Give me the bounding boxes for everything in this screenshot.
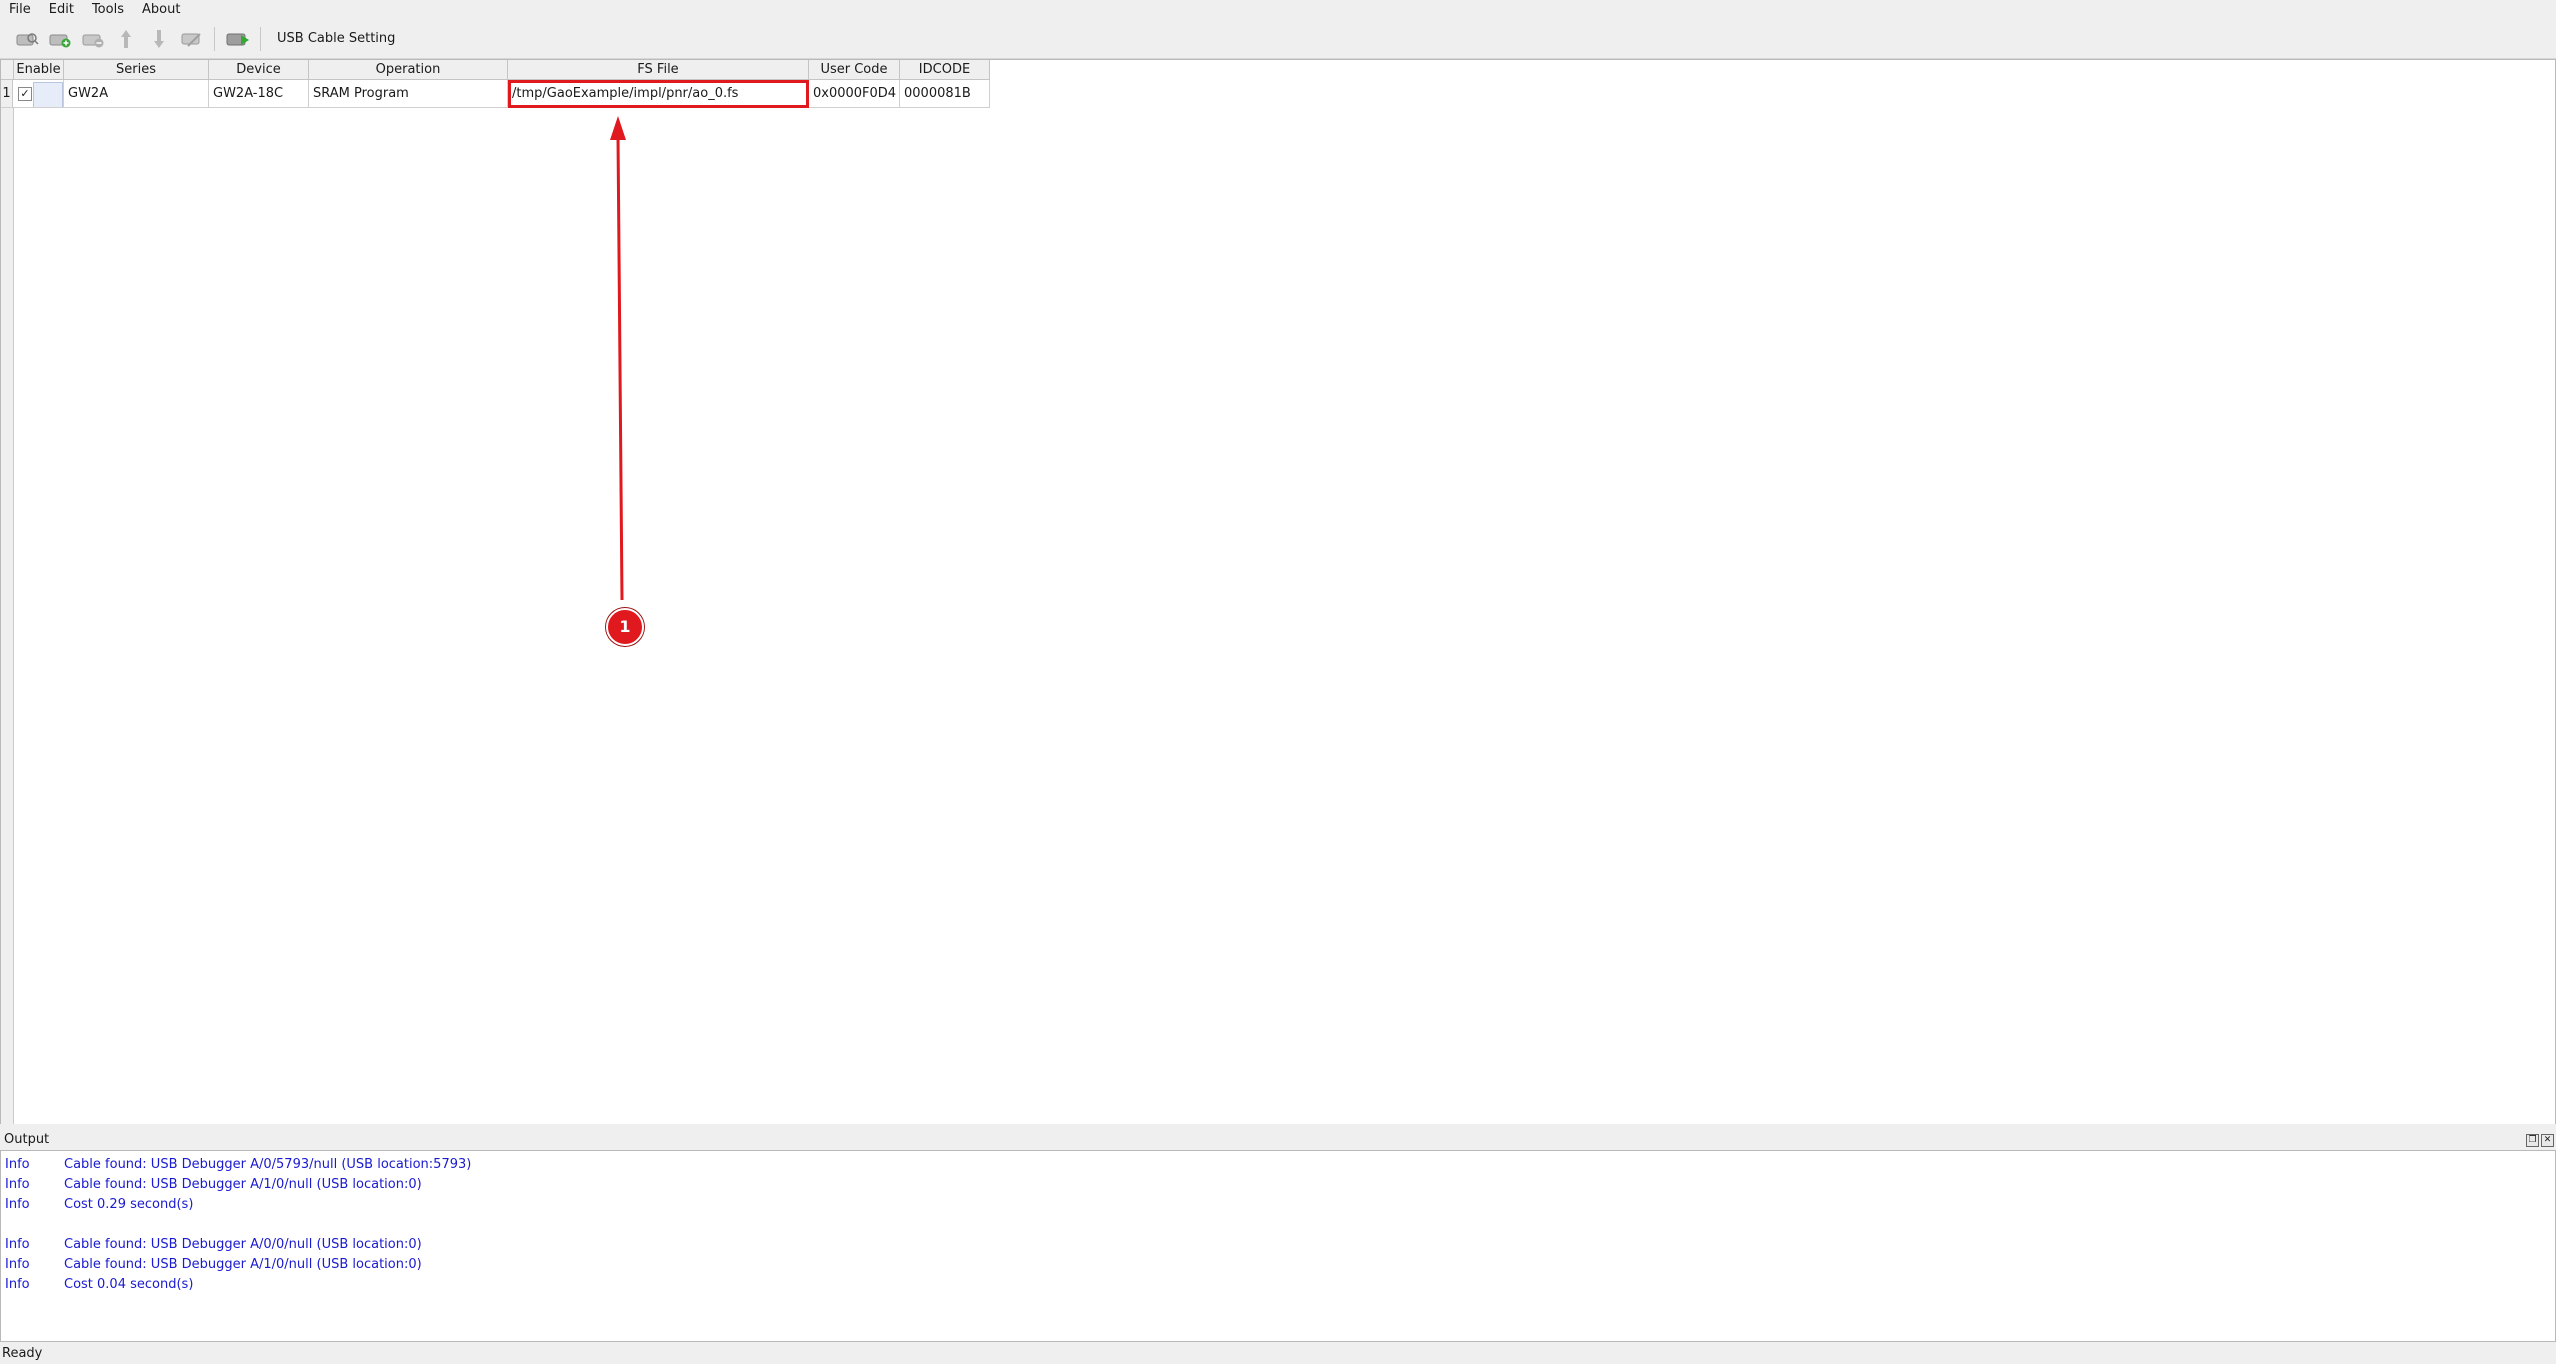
menu-about[interactable]: About — [133, 0, 189, 19]
menu-edit[interactable]: Edit — [40, 0, 83, 19]
annotation-marker: 1 — [606, 608, 644, 646]
log-line: Info Cable found: USB Debugger A/1/0/null… — [5, 1177, 422, 1192]
menu-file[interactable]: File — [0, 0, 40, 19]
series-cell[interactable]: GW2A — [64, 80, 209, 108]
program-config-icon[interactable] — [221, 22, 254, 55]
idcode-cell[interactable]: 0000081B — [900, 80, 990, 108]
col-header-idcode[interactable]: IDCODE — [900, 60, 990, 79]
status-text: Ready — [2, 1346, 43, 1361]
edit-device-icon[interactable] — [175, 22, 208, 55]
dock-splitter[interactable] — [0, 1124, 2556, 1129]
toolbar-separator — [260, 26, 261, 51]
enable-checkbox[interactable]: ✓ — [18, 87, 32, 101]
log-line: Info Cost 0.04 second(s) — [5, 1277, 194, 1292]
col-header-operation[interactable]: Operation — [309, 60, 508, 79]
output-log: Info Cable found: USB Debugger A/0/5793/n… — [0, 1150, 2556, 1342]
output-title: Output — [4, 1132, 50, 1147]
scan-device-icon[interactable] — [10, 22, 43, 55]
col-header-user-code[interactable]: User Code — [809, 60, 900, 79]
dock-float-icon[interactable]: ❐ — [2526, 1134, 2539, 1147]
col-header-series[interactable]: Series — [64, 60, 209, 79]
fs-file-cell[interactable]: /tmp/GaoExample/impl/pnr/ao_0.fs — [508, 80, 809, 108]
operation-cell[interactable]: SRAM Program — [309, 80, 508, 108]
device-table: Enable Series Device Operation FS File U… — [0, 59, 2556, 1125]
log-line: Info Cost 0.29 second(s) — [5, 1197, 194, 1212]
log-line: Info Cable found: USB Debugger A/0/0/null… — [5, 1237, 422, 1252]
log-line: Info Cable found: USB Debugger A/1/0/null… — [5, 1257, 422, 1272]
dock-close-icon[interactable]: ✕ — [2541, 1134, 2554, 1147]
enable-cell-selector[interactable] — [33, 82, 63, 107]
col-header-fs-file[interactable]: FS File — [508, 60, 809, 79]
usb-cable-setting-button[interactable]: USB Cable Setting — [277, 31, 395, 46]
menu-tools[interactable]: Tools — [83, 0, 133, 19]
toolbar-separator — [214, 26, 215, 51]
output-dock-title: Output ❐ ✕ — [0, 1130, 2556, 1150]
user-code-cell[interactable]: 0x0000F0D4 — [809, 80, 900, 108]
row-gutter — [1, 60, 14, 1124]
table-row[interactable]: 1 ✓ GW2A GW2A-18C SRAM Program /tmp/GaoE… — [1, 80, 990, 108]
move-down-icon[interactable] — [142, 22, 175, 55]
enable-cell[interactable]: ✓ — [13, 80, 64, 108]
toolbar: USB Cable Setting — [0, 19, 2556, 59]
row-number: 1 — [1, 80, 13, 108]
menu-bar: File Edit Tools About — [0, 0, 2556, 19]
device-cell[interactable]: GW2A-18C — [209, 80, 309, 108]
col-header-device[interactable]: Device — [209, 60, 309, 79]
corner-header — [1, 60, 14, 79]
col-header-enable[interactable]: Enable — [14, 60, 64, 79]
log-line: Info Cable found: USB Debugger A/0/5793/n… — [5, 1157, 472, 1172]
programmer-window: File Edit Tools About USB Cable Setting … — [0, 0, 2556, 1364]
move-up-icon[interactable] — [109, 22, 142, 55]
status-bar: Ready — [0, 1344, 2556, 1364]
add-device-icon[interactable] — [43, 22, 76, 55]
remove-device-icon[interactable] — [76, 22, 109, 55]
table-header: Enable Series Device Operation FS File U… — [1, 60, 990, 80]
